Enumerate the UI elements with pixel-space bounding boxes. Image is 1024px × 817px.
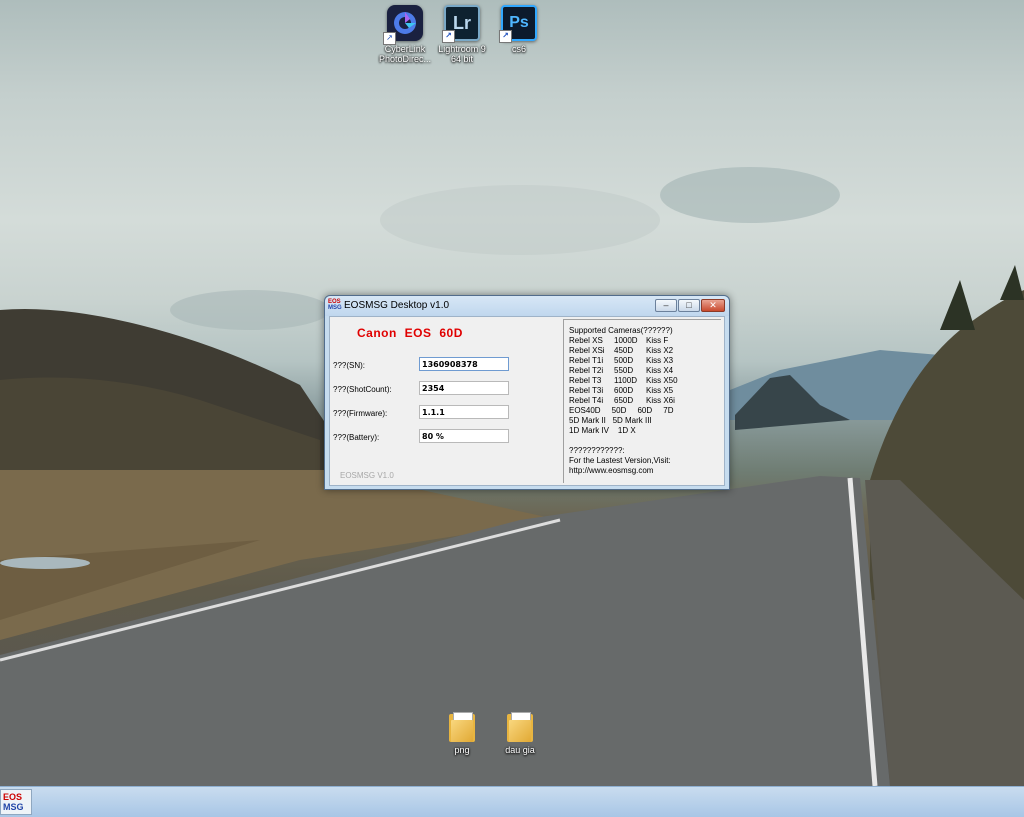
camera-row: Rebel T1i 500D Kiss X3 [569, 356, 674, 365]
battery-label: ???(Battery): [333, 433, 380, 442]
minimize-button[interactable]: – [655, 299, 677, 312]
camera-row: Rebel T3 1100D Kiss X50 [569, 376, 678, 385]
desktop-icon-label: cs6 [511, 44, 526, 54]
folder-label: dau gia [505, 745, 535, 755]
window-title: EOSMSG Desktop v1.0 [344, 300, 450, 311]
taskbar: EOS MSG [0, 786, 1024, 817]
shortcut-arrow-icon: ↗ [383, 32, 396, 45]
window-client-area: Canon EOS 60D ???(SN): 1360908378 ???(Sh… [329, 316, 725, 486]
info-line: ????????????: [569, 446, 625, 455]
eosmsg-app-icon: EOS MSG [328, 299, 342, 311]
taskbar-eosmsg-button[interactable]: EOS MSG [0, 789, 32, 815]
camera-row: EOS40D 50D 60D 7D [569, 406, 674, 415]
shotcount-field[interactable]: 2354 [419, 381, 509, 395]
desktop-icon-label: 64 bit [450, 54, 474, 64]
camera-row: Rebel T2i 550D Kiss X4 [569, 366, 674, 375]
folder-icon [449, 712, 475, 742]
camera-row: Rebel XSi 450D Kiss X2 [569, 346, 674, 355]
supported-cameras-panel: Supported Cameras(??????) Rebel XS 1000D K… [563, 319, 721, 483]
version-footer: EOSMSG V1.0 [340, 471, 394, 480]
supported-cameras-title: Supported Cameras(??????) [569, 326, 673, 335]
camera-model-title: Canon EOS 60D [357, 326, 463, 340]
info-line: For the Lastest Version,Visit: [569, 456, 671, 465]
camera-row: Rebel XS 1000D Kiss F [569, 336, 669, 345]
dau-gia-folder[interactable]: dau gia [485, 712, 555, 755]
folder-icon [507, 712, 533, 742]
cyberlink-aperture-icon: ↗ [383, 5, 423, 45]
shortcut-arrow-icon: ↗ [442, 30, 455, 43]
sn-label: ???(SN): [333, 361, 366, 370]
camera-row: Rebel T3i 600D Kiss X5 [569, 386, 674, 395]
camera-row: 5D Mark II 5D Mark III [569, 416, 652, 425]
shotcount-label: ???(ShotCount): [333, 385, 392, 394]
website-link[interactable]: http://www.eosmsg.com [569, 466, 721, 476]
shortcut-arrow-icon: ↗ [499, 30, 512, 43]
sn-field[interactable]: 1360908378 [419, 357, 509, 371]
firmware-field[interactable]: 1.1.1 [419, 405, 509, 419]
battery-field[interactable]: 80 % [419, 429, 509, 443]
photoshop-icon: Ps ↗ [499, 5, 537, 43]
photoshop-cs6-shortcut[interactable]: Ps ↗ cs6 [484, 5, 554, 54]
firmware-label: ???(Firmware): [333, 409, 388, 418]
close-button[interactable]: ✕ [701, 299, 725, 312]
lightroom-icon: Lr ↗ [442, 5, 480, 43]
camera-row: 1D Mark IV 1D X [569, 426, 636, 435]
maximize-button[interactable]: □ [678, 299, 700, 312]
camera-row: Rebel T4i 650D Kiss X6i [569, 396, 675, 405]
eosmsg-window: EOS MSG EOSMSG Desktop v1.0 – □ ✕ Canon … [324, 295, 730, 490]
window-titlebar[interactable]: EOS MSG EOSMSG Desktop v1.0 – □ ✕ [325, 296, 729, 316]
